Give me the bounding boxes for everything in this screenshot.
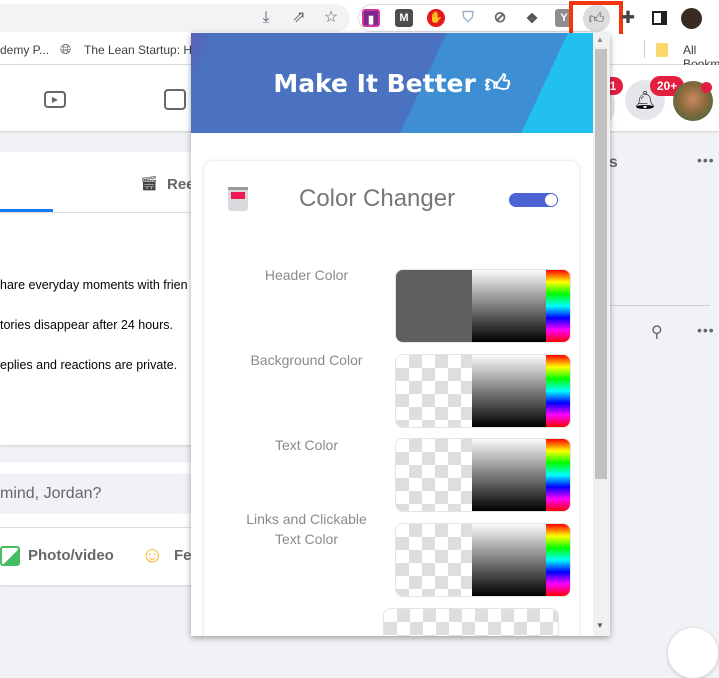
section-title: Color Changer xyxy=(299,185,456,212)
feeling-button[interactable]: Fe xyxy=(174,547,192,564)
popup-title: Make It Better 👍︎ xyxy=(191,69,593,99)
notification-dot xyxy=(701,82,712,93)
color-changer-toggle[interactable] xyxy=(509,193,558,207)
scroll-down-arrow[interactable]: ▼ xyxy=(596,621,604,630)
more-icon[interactable]: ••• xyxy=(697,152,715,168)
shield-extension-icon[interactable]: ⛉ xyxy=(459,9,477,27)
puzzle-icon[interactable]: ✚ xyxy=(618,8,638,28)
adblock-extension-icon[interactable]: ✋ xyxy=(427,9,445,27)
stories-line: tories disappear after 24 hours. xyxy=(0,318,174,332)
thumbs-up-icon: 👍︎ xyxy=(484,69,511,98)
composer-input[interactable]: mind, Jordan? xyxy=(0,474,210,514)
text-color-picker[interactable] xyxy=(395,438,571,512)
color-changer-card: Color Changer Header Color Background Co… xyxy=(203,160,580,636)
header-color-label: Header Color xyxy=(264,267,349,283)
popup-title-text: Make It Better xyxy=(273,69,476,98)
extension-popup: Make It Better 👍︎ ▲ ▼ Color Changer Head… xyxy=(191,33,610,636)
download-icon[interactable]: ⤓ xyxy=(256,8,276,28)
divider xyxy=(610,305,710,306)
links-color-picker[interactable] xyxy=(395,523,571,597)
marketplace-icon[interactable] xyxy=(164,89,186,110)
bookmark-lean-startup[interactable]: The Lean Startup: H... xyxy=(84,43,202,57)
divider xyxy=(0,527,222,528)
bookmark-udemy[interactable]: demy P... xyxy=(0,43,49,57)
scrollbar-thumb[interactable] xyxy=(595,49,607,479)
popup-header: Make It Better 👍︎ xyxy=(191,33,593,133)
scroll-up-arrow[interactable]: ▲ xyxy=(596,35,604,44)
handshake-extension-icon[interactable]: ❖ xyxy=(523,9,541,27)
photo-video-button[interactable]: Photo/video xyxy=(28,547,114,564)
background-color-label: Background Color xyxy=(250,352,363,368)
sidebar-icon[interactable] xyxy=(652,11,667,25)
composer-card: mind, Jordan? Photo/video ☺ Fe xyxy=(0,462,222,585)
m-extension-icon[interactable]: M xyxy=(395,9,413,27)
star-icon[interactable]: ☆ xyxy=(321,8,341,28)
share-icon[interactable]: ⇗ xyxy=(289,8,309,28)
browser-toolbar: ⤓ ⇗ ☆ ▮ M ✋ ⛉ ⊘ ❖ Y 👍︎ ✚ xyxy=(0,0,719,42)
stories-line: hare everyday moments with frien xyxy=(0,278,188,292)
photo-icon xyxy=(0,546,20,566)
divider xyxy=(0,212,222,213)
video-icon[interactable]: ▶ xyxy=(44,91,66,108)
links-color-label: Links and Clickable Text Color xyxy=(246,511,367,547)
globe-icon: 🌐︎ xyxy=(60,41,72,57)
stories-line: eplies and reactions are private. xyxy=(0,358,178,372)
more-icon[interactable]: ••• xyxy=(697,322,715,338)
background-color-picker[interactable] xyxy=(395,354,571,428)
smiley-icon: ☺ xyxy=(141,542,164,567)
divider xyxy=(644,40,645,58)
text-color-label: Text Color xyxy=(274,437,339,453)
profile-avatar[interactable] xyxy=(681,8,702,29)
stories-card: 🎬︎ Ree hare everyday moments with frien … xyxy=(0,152,222,445)
next-color-picker[interactable] xyxy=(383,608,559,636)
folder-icon xyxy=(656,43,668,57)
reels-icon: 🎬︎ xyxy=(140,175,158,191)
new-message-button[interactable] xyxy=(668,628,718,678)
analytics-extension-icon[interactable]: ▮ xyxy=(362,9,380,27)
paint-bucket-icon xyxy=(228,187,248,211)
header-color-picker[interactable] xyxy=(395,269,571,343)
speed-extension-icon[interactable]: ⊘ xyxy=(491,9,509,27)
search-icon[interactable]: ⚲ xyxy=(651,322,663,342)
